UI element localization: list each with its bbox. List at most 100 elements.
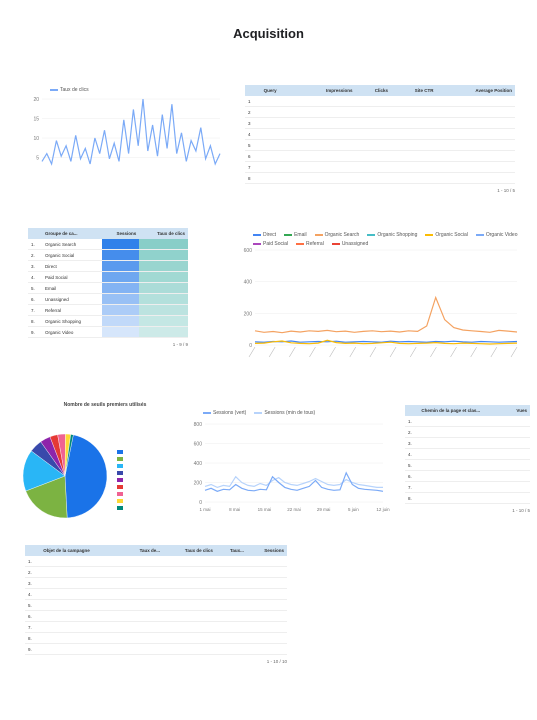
legend-item[interactable]: Sessions (vert)	[203, 410, 246, 416]
table-row[interactable]: 6	[245, 150, 515, 162]
row-index: 3	[245, 117, 261, 129]
table-cell	[40, 556, 122, 567]
campaign-pager[interactable]: 1 - 10 / 10	[25, 659, 287, 664]
legend-item[interactable]: Sessions (min de tous)	[254, 410, 315, 416]
table-row[interactable]: 8. Organic Shopping	[28, 315, 188, 327]
row-index: 2.	[25, 566, 41, 578]
column-header[interactable]: Taux de...	[121, 545, 164, 556]
legend-item[interactable]: Organic Social	[425, 232, 468, 238]
table-row[interactable]: 7	[245, 161, 515, 173]
legend-item[interactable]: Direct	[253, 232, 276, 238]
legend-item[interactable]: Organic Video	[475, 232, 517, 238]
column-header[interactable]: Taux...	[215, 545, 247, 556]
table-row[interactable]: 8	[245, 172, 515, 184]
channel-sessions-svg: 600 400 200 0	[244, 248, 518, 358]
table-cell	[40, 566, 122, 578]
legend-item[interactable]: Organic Shopping	[367, 232, 417, 238]
column-header[interactable]: Site CTR	[390, 85, 437, 96]
table-cell	[163, 643, 216, 655]
table-cell	[102, 239, 140, 250]
column-header[interactable]: Sessions	[102, 228, 140, 239]
x-tick-label	[369, 346, 377, 358]
column-header[interactable]: Chemin de la page et clas...	[418, 405, 508, 416]
table-cell	[139, 326, 188, 338]
query-table: Query Impressions Clicks Site CTR Average Po…	[245, 85, 515, 184]
y-tick-label: 0	[199, 500, 202, 506]
table-row[interactable]: 8.	[25, 632, 287, 644]
x-tick-label: 5 juin	[348, 507, 359, 512]
table-cell	[121, 599, 164, 611]
table-row[interactable]: 6.	[405, 470, 530, 482]
table-row[interactable]: 4.	[405, 448, 530, 460]
table-cell	[40, 610, 122, 622]
legend-item[interactable]: Unassigned	[331, 241, 368, 247]
column-header[interactable]: Sessions	[246, 545, 287, 556]
table-row[interactable]: 1. Organic Search	[28, 239, 188, 250]
column-header[interactable]: Clicks	[355, 85, 391, 96]
table-row[interactable]: 1.	[405, 416, 530, 427]
query-pager[interactable]: 1 - 10 / 5	[245, 188, 515, 193]
table-cell: Organic Social	[42, 249, 103, 261]
legend-label: Organic Search	[324, 232, 360, 238]
pages-pager[interactable]: 1 - 10 / 5	[405, 508, 530, 513]
ctr-series-line	[41, 98, 221, 166]
table-row[interactable]: 5. Email	[28, 282, 188, 294]
legend-item[interactable]: Paid Social	[253, 241, 288, 247]
pie-slice	[64, 434, 108, 519]
y-tick-label: 600	[194, 442, 203, 448]
table-row[interactable]: 3.	[25, 577, 287, 589]
channel-pager[interactable]: 1 - 9 / 9	[28, 342, 188, 347]
row-index: 6	[245, 150, 261, 162]
column-header[interactable]: Query	[260, 85, 296, 96]
column-header[interactable]: Vues	[507, 405, 530, 416]
table-cell: Direct	[42, 260, 103, 272]
table-cell	[121, 610, 164, 622]
table-row[interactable]: 7. Referral	[28, 304, 188, 316]
table-cell	[260, 139, 296, 151]
legend-item[interactable]: Email	[284, 232, 307, 238]
table-row[interactable]: 8.	[405, 492, 530, 504]
table-row[interactable]: 2	[245, 106, 515, 118]
table-row[interactable]: 4	[245, 128, 515, 140]
table-cell	[121, 643, 164, 655]
table-row[interactable]: 9.	[25, 643, 287, 655]
table-row[interactable]: 2.	[25, 566, 287, 578]
table-row[interactable]: 7.	[25, 621, 287, 633]
table-cell	[121, 577, 164, 589]
table-row[interactable]: 1	[245, 96, 515, 107]
table-row[interactable]: 3. Direct	[28, 260, 188, 272]
table-cell	[507, 481, 530, 493]
column-header[interactable]: Impressions	[295, 85, 356, 96]
table-row[interactable]: 3.	[405, 437, 530, 449]
y-tick-label: 10	[33, 136, 39, 142]
table-cell	[139, 315, 188, 327]
pie-legend-swatch	[117, 464, 123, 468]
table-cell	[260, 117, 296, 129]
column-header[interactable]: Taux de clics	[139, 228, 188, 239]
legend-item[interactable]: Organic Search	[314, 232, 360, 238]
table-row[interactable]: 5.	[405, 459, 530, 471]
column-header[interactable]: Average Position	[436, 85, 515, 96]
table-cell	[102, 326, 140, 338]
table-cell: Organic Video	[42, 326, 103, 338]
table-row[interactable]: 5	[245, 139, 515, 151]
column-header[interactable]: Groupe de ca...	[42, 228, 103, 239]
table-row[interactable]: 6.	[25, 610, 287, 622]
table-row[interactable]: 3	[245, 117, 515, 129]
table-row[interactable]: 4.	[25, 588, 287, 600]
table-cell	[507, 426, 530, 438]
table-row[interactable]: 6. Unassigned	[28, 293, 188, 305]
row-index: 8.	[28, 315, 42, 327]
table-row[interactable]: 1.	[25, 556, 287, 567]
column-header[interactable]: Objet de la campagne	[40, 545, 122, 556]
table-row[interactable]: 7.	[405, 481, 530, 493]
legend-item[interactable]: Referral	[296, 241, 324, 247]
table-row[interactable]: 5.	[25, 599, 287, 611]
table-row[interactable]: 2. Organic Social	[28, 249, 188, 261]
table-row[interactable]: 2.	[405, 426, 530, 438]
pie-legend-swatch	[117, 450, 123, 454]
column-header[interactable]: Taux de clics	[163, 545, 216, 556]
y-tick-label: 5	[36, 156, 39, 162]
table-row[interactable]: 4. Paid Social	[28, 271, 188, 283]
table-row[interactable]: 9. Organic Video	[28, 326, 188, 338]
